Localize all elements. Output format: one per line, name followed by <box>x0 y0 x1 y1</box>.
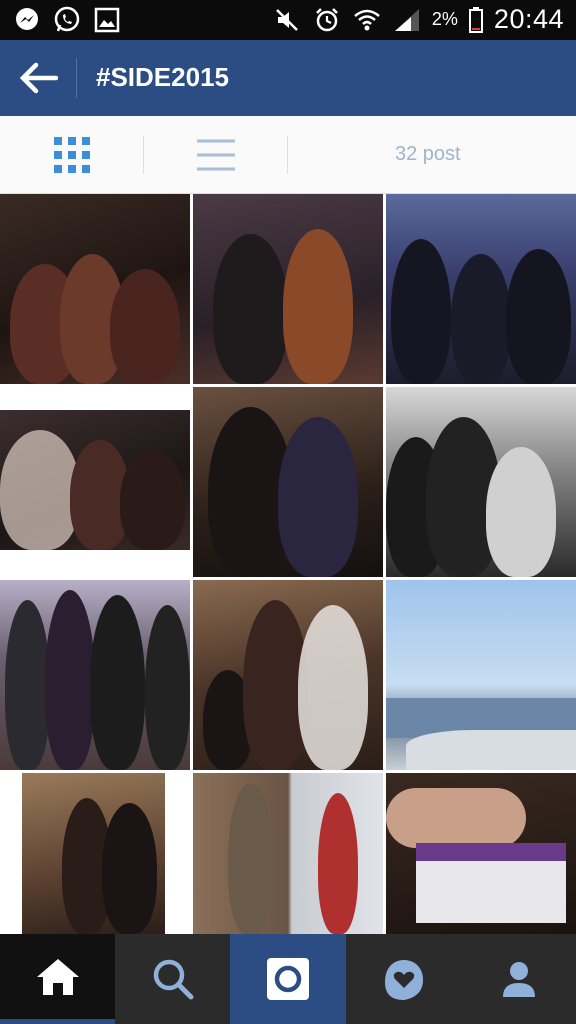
person-figure <box>318 793 358 934</box>
rocks <box>406 730 576 770</box>
person-figure <box>486 447 556 577</box>
person-figure <box>506 249 571 384</box>
person-figure <box>298 605 368 770</box>
person-figure <box>228 783 273 934</box>
photo-thumbnail[interactable] <box>0 410 190 550</box>
photo-thumbnail[interactable] <box>386 773 576 934</box>
photo-thumbnail[interactable] <box>193 387 383 577</box>
battery-icon <box>468 5 484 35</box>
profile-icon <box>502 962 535 997</box>
inset-photo <box>22 773 165 934</box>
search-icon <box>153 959 193 1000</box>
status-bar: 2% 20:44 <box>0 0 576 40</box>
status-clock: 20:44 <box>493 4 564 34</box>
person-figure <box>213 234 288 384</box>
alarm-icon <box>312 5 342 35</box>
photo-thumbnail[interactable] <box>0 773 190 934</box>
signal-icon <box>392 5 422 35</box>
post-count: 32 post <box>395 143 461 165</box>
person-figure <box>278 417 358 577</box>
person-figure <box>102 803 157 934</box>
person-figure <box>5 600 50 770</box>
nav-activity[interactable] <box>346 934 461 1024</box>
mute-icon <box>272 5 302 35</box>
nav-home[interactable] <box>0 934 115 1024</box>
nav-profile[interactable] <box>461 934 576 1024</box>
list-view-button[interactable] <box>184 130 248 180</box>
nav-camera[interactable] <box>230 934 346 1024</box>
person-figure <box>120 450 185 550</box>
name-badge <box>416 843 566 923</box>
list-view-icon <box>197 139 235 171</box>
photo-thumbnail[interactable] <box>0 580 190 770</box>
gallery-icon <box>92 5 122 35</box>
toggle-separator <box>143 136 144 174</box>
photo-thumbnail[interactable] <box>193 580 383 770</box>
photo-thumbnail[interactable] <box>193 194 383 384</box>
person-figure <box>90 595 145 770</box>
photo-thumbnail[interactable] <box>193 773 383 934</box>
grid-view-button[interactable] <box>40 130 104 180</box>
back-button[interactable] <box>14 58 62 98</box>
messenger-icon <box>12 5 42 35</box>
photo-thumbnail[interactable] <box>0 194 190 384</box>
whatsapp-icon <box>52 5 82 35</box>
wifi-icon <box>352 5 382 35</box>
bottom-navigation <box>0 934 576 1024</box>
back-arrow-icon <box>19 62 58 94</box>
photo-thumbnail[interactable] <box>386 194 576 384</box>
person-figure <box>451 254 511 384</box>
page-title: #SIDE2015 <box>96 62 229 92</box>
person-figure <box>0 430 80 550</box>
person-figure <box>110 269 180 384</box>
photo-grid <box>0 194 576 934</box>
photo-thumbnail[interactable] <box>386 580 576 770</box>
person-figure <box>391 239 451 384</box>
person-figure <box>45 590 95 770</box>
person-figure <box>283 229 353 384</box>
toggle-separator <box>287 136 288 174</box>
battery-percent: 2% <box>431 9 458 29</box>
home-icon <box>36 958 79 995</box>
photo-thumbnail[interactable] <box>386 387 576 577</box>
activity-icon <box>384 960 423 1000</box>
header-divider <box>76 58 77 98</box>
nav-search[interactable] <box>115 934 230 1024</box>
camera-icon <box>267 958 309 1000</box>
grid-view-icon <box>54 137 90 173</box>
app-header: #SIDE2015 <box>0 40 576 116</box>
view-toggle-bar: 32 post <box>0 116 576 194</box>
hand <box>386 788 526 848</box>
person-figure <box>145 605 190 770</box>
